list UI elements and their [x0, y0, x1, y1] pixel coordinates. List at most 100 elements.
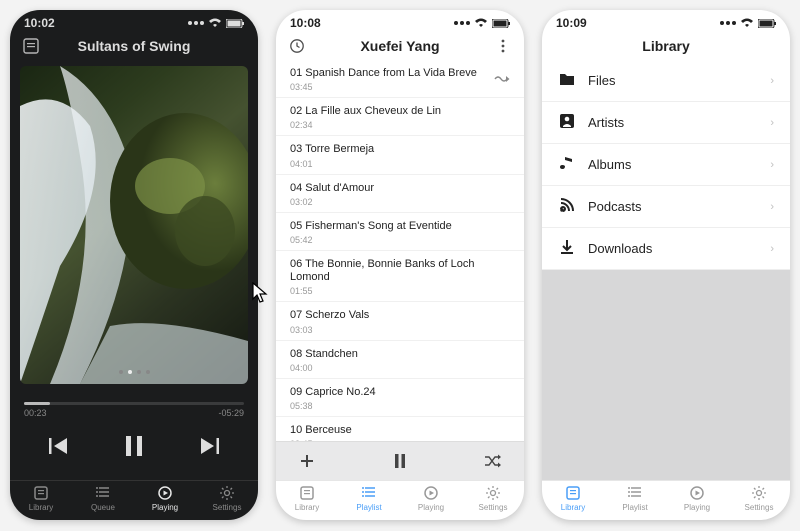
- tab-label: Settings: [479, 503, 508, 512]
- chevron-right-icon: ›: [770, 159, 774, 171]
- track-title: 03 Torre Bermeja: [290, 143, 510, 156]
- track-row[interactable]: 01 Spanish Dance from La Vida Breve 03:45: [276, 60, 524, 98]
- track-row[interactable]: 06 The Bonnie, Bonnie Banks of Loch Lomo…: [276, 251, 524, 302]
- next-button[interactable]: [194, 432, 222, 460]
- tab-playing[interactable]: Playing: [400, 485, 462, 512]
- tab-bar: Library Queue Playing Settings: [10, 480, 258, 520]
- tab-library[interactable]: Library: [276, 485, 338, 512]
- tab-label: Library: [561, 503, 585, 512]
- header: Sultans of Swing: [10, 32, 258, 60]
- tab-label: Playing: [152, 503, 178, 512]
- header: Xuefei Yang: [276, 32, 524, 60]
- library-row-downloads[interactable]: Downloads›: [542, 228, 790, 270]
- history-icon[interactable]: [288, 38, 306, 54]
- track-title: 02 La Fille aux Cheveux de Lin: [290, 105, 510, 118]
- playlist-title: Xuefei Yang: [306, 38, 494, 54]
- album-art[interactable]: [10, 60, 258, 396]
- track-row[interactable]: 04 Salut d'Amour03:02: [276, 175, 524, 213]
- track-duration: 03:45: [290, 82, 477, 92]
- tab-playing[interactable]: Playing: [666, 485, 728, 512]
- track-duration: 05:42: [290, 235, 510, 245]
- track-duration: 05:38: [290, 401, 510, 411]
- tab-playlist[interactable]: Playlist: [338, 485, 400, 512]
- status-bar: 10:09: [542, 10, 790, 32]
- track-duration: 01:55: [290, 286, 510, 296]
- playback-controls: [10, 418, 258, 480]
- screen-now-playing: 10:02 Sultans of Swing: [10, 10, 258, 520]
- library-row-label: Files: [588, 73, 615, 88]
- pause-button[interactable]: [120, 432, 148, 460]
- time-remaining: -05:29: [218, 408, 244, 418]
- track-list[interactable]: 01 Spanish Dance from La Vida Breve 03:45…: [276, 60, 524, 441]
- library-row-artists[interactable]: Artists ›: [542, 102, 790, 144]
- status-icons: [720, 18, 776, 28]
- downloads-icon: [558, 238, 576, 259]
- track-row[interactable]: 05 Fisherman's Song at Eventide 05:42: [276, 213, 524, 251]
- library-title: Library: [572, 38, 760, 54]
- status-bar: 10:02: [10, 10, 258, 32]
- tab-label: Library: [295, 503, 319, 512]
- more-icon[interactable]: [494, 39, 512, 53]
- tab-settings[interactable]: Settings: [196, 485, 258, 512]
- tab-label: Settings: [745, 503, 774, 512]
- add-button[interactable]: [298, 452, 316, 470]
- tab-playlist[interactable]: Playlist: [604, 485, 666, 512]
- chevron-right-icon: ›: [770, 243, 774, 255]
- track-duration: 03:02: [290, 197, 510, 207]
- library-row-files[interactable]: Files›: [542, 60, 790, 102]
- empty-area: [542, 270, 790, 480]
- track-row[interactable]: 09 Caprice No.24 05:38: [276, 379, 524, 417]
- clock: 10:08: [290, 16, 321, 30]
- track-title: 01 Spanish Dance from La Vida Breve: [290, 67, 477, 80]
- track-row[interactable]: 08 Standchen04:00: [276, 341, 524, 379]
- track-row[interactable]: 03 Torre Bermeja 04:01: [276, 136, 524, 174]
- track-title: 06 The Bonnie, Bonnie Banks of Loch Lomo…: [290, 258, 510, 284]
- track-row[interactable]: 10 Berceuse03:45: [276, 417, 524, 441]
- header: Library: [542, 32, 790, 60]
- podcasts-icon: [558, 196, 576, 217]
- track-title: 07 Scherzo Vals: [290, 309, 510, 322]
- tab-playing[interactable]: Playing: [134, 485, 196, 512]
- screen-playlist: 10:08 Xuefei Yang 01 Spanish Dance from …: [276, 10, 524, 520]
- library-list: Files›Artists›Albums›Podcasts›Downloads›: [542, 60, 790, 270]
- library-row-label: Albums: [588, 157, 631, 172]
- tab-label: Settings: [213, 503, 242, 512]
- track-title: 10 Berceuse: [290, 424, 510, 437]
- scrubber[interactable]: 00:23 -05:29: [10, 396, 258, 418]
- tab-queue[interactable]: Queue: [72, 485, 134, 512]
- tab-bar: Library PlaylistPlaying Settings: [542, 480, 790, 520]
- chevron-right-icon: ›: [770, 117, 774, 129]
- tab-label: Playing: [418, 503, 444, 512]
- track-title: 05 Fisherman's Song at Eventide: [290, 220, 510, 233]
- status-icons: [188, 18, 244, 28]
- now-playing-indicator-icon: [494, 71, 510, 89]
- tab-settings[interactable]: Settings: [728, 485, 790, 512]
- tab-library[interactable]: Library: [10, 485, 72, 512]
- chevron-right-icon: ›: [770, 201, 774, 213]
- library-row-albums[interactable]: Albums ›: [542, 144, 790, 186]
- track-title: 08 Standchen: [290, 348, 510, 361]
- track-row[interactable]: 07 Scherzo Vals 03:03: [276, 302, 524, 340]
- tab-label: Library: [29, 503, 53, 512]
- screen-library: 10:09 Library Files›Artists›Albums›Podca…: [542, 10, 790, 520]
- clock: 10:02: [24, 16, 55, 30]
- track-title: 09 Caprice No.24: [290, 386, 510, 399]
- tab-library[interactable]: Library: [542, 485, 604, 512]
- tab-settings[interactable]: Settings: [462, 485, 524, 512]
- pause-button[interactable]: [391, 452, 409, 470]
- queue-icon[interactable]: [22, 38, 40, 54]
- track-row[interactable]: 02 La Fille aux Cheveux de Lin02:34: [276, 98, 524, 136]
- tab-label: Playlist: [356, 503, 381, 512]
- track-duration: 04:01: [290, 159, 510, 169]
- tab-bar: Library Playlist Playing Settings: [276, 480, 524, 520]
- status-bar: 10:08: [276, 10, 524, 32]
- library-row-podcasts[interactable]: Podcasts›: [542, 186, 790, 228]
- prev-button[interactable]: [46, 432, 74, 460]
- track-duration: 03:03: [290, 325, 510, 335]
- artists-icon: [558, 112, 576, 133]
- mini-controls: [276, 441, 524, 480]
- shuffle-button[interactable]: [484, 452, 502, 470]
- now-playing-title: Sultans of Swing: [40, 38, 228, 54]
- library-row-label: Artists: [588, 115, 624, 130]
- time-elapsed: 00:23: [24, 408, 47, 418]
